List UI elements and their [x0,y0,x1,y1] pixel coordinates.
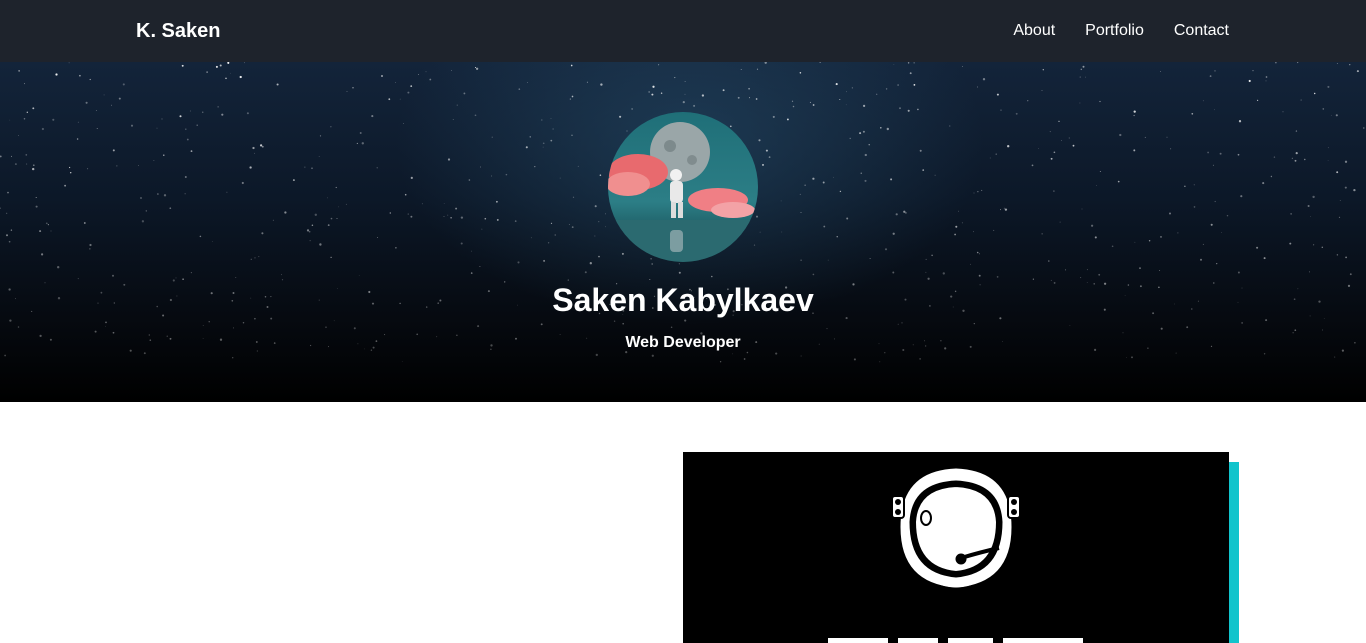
astronaut-moon-avatar-icon [608,112,758,262]
brand-logo-link[interactable]: K. Saken [136,20,220,42]
astronaut-helmet-icon [828,468,1083,643]
nav-link-about[interactable]: About [1013,21,1055,41]
nav-link-portfolio[interactable]: Portfolio [1085,21,1144,41]
hero-name-heading: Saken Kabylkaev [552,282,814,318]
hero-role-subtitle: Web Developer [625,334,741,351]
nav-links: About Portfolio Contact [1013,21,1229,41]
promo-accent-bar [1229,462,1239,643]
promo-image [683,452,1229,643]
top-navbar: K. Saken About Portfolio Contact [0,0,1366,62]
hero-banner: Saken Kabylkaev Web Developer [0,62,1366,402]
nav-link-contact[interactable]: Contact [1174,21,1229,41]
profile-avatar [608,112,758,262]
